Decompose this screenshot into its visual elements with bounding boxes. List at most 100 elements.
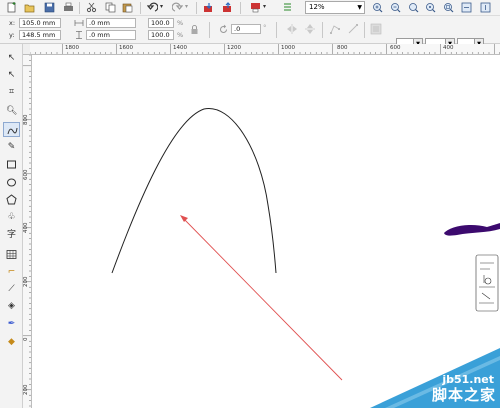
y-position-field[interactable]: 148.5 mm (19, 30, 61, 40)
fill-tool[interactable]: ◆ (3, 335, 20, 350)
application-launcher-icon[interactable] (282, 2, 293, 13)
node-edit-icon[interactable] (329, 23, 341, 35)
polygon-icon (6, 194, 17, 205)
shape-node-icon: ↖ (7, 70, 16, 80)
basic-shapes-icon: ♧ (7, 212, 16, 222)
height-icon (76, 31, 82, 39)
ruler-tick-label: 600 (390, 45, 401, 51)
zoom-tool[interactable]: 🔍︎ (3, 104, 20, 119)
lock-ratio-icon[interactable] (190, 25, 199, 35)
zoom-page-height-icon[interactable] (480, 2, 491, 13)
copy-icon[interactable] (105, 2, 116, 13)
ruler-tick-label: 800 (337, 45, 348, 51)
width-icon (74, 20, 84, 26)
save-icon[interactable] (44, 2, 55, 13)
eyedropper-icon: ⟋ (8, 284, 15, 294)
artistic-media-tool[interactable]: ✎ (3, 140, 20, 155)
undo-icon[interactable] (147, 2, 158, 13)
crop-icon: ⌗ (8, 87, 15, 97)
outline-tool[interactable]: ✒ (3, 317, 20, 332)
vertical-ruler[interactable]: 800 600 400 200 0 200 (23, 55, 32, 408)
scale-x-field[interactable]: 100.0 (148, 18, 174, 28)
parallel-dimension-tool[interactable]: ⌐ (3, 265, 20, 280)
undo-dropdown-icon[interactable]: ▾ (160, 3, 163, 10)
zoom-selected-icon[interactable] (408, 2, 419, 13)
ruler-tick-label: 1000 (281, 45, 295, 51)
print-icon[interactable] (63, 2, 74, 13)
table-icon (6, 250, 17, 259)
paint-bucket-icon: ◆ (8, 337, 15, 347)
x-position-field[interactable]: 105.0 mm (19, 18, 61, 28)
rectangle-icon (7, 160, 16, 169)
redo-icon[interactable] (172, 2, 183, 13)
ruler-tick-label: 200 (23, 384, 29, 396)
drawn-curve[interactable] (111, 108, 277, 274)
degree-icon: ° (263, 24, 267, 32)
freehand-tool[interactable] (3, 122, 20, 137)
drawing-canvas[interactable]: jb51.net 脚本之家 (32, 55, 500, 408)
pointer-icon: ↖ (7, 53, 16, 63)
ruler-tick-label: 400 (23, 222, 29, 234)
zoom-all-objects-icon[interactable] (425, 2, 436, 13)
mirror-horizontal-icon[interactable] (286, 23, 298, 35)
line-edit-icon[interactable] (347, 23, 359, 35)
zoom-in-icon[interactable] (372, 2, 383, 13)
horizontal-ruler[interactable]: 1800 1600 1400 1200 1000 800 600 400 (30, 44, 500, 55)
annotation-arrowhead (180, 215, 188, 222)
ruler-tick-label: 800 (23, 114, 29, 126)
paste-icon[interactable] (122, 2, 133, 13)
mirror-vertical-icon[interactable] (304, 23, 316, 35)
publish-pdf-icon[interactable] (250, 2, 261, 13)
crop-tool[interactable]: ⌗ (3, 85, 20, 100)
zoom-to-page-icon[interactable] (443, 2, 454, 13)
wrap-paragraph-icon[interactable] (370, 23, 382, 35)
ruler-tick-label: 1800 (65, 45, 79, 51)
interactive-fill-tool[interactable]: ◈ (3, 299, 20, 314)
text-tool[interactable]: 字 (3, 228, 20, 243)
height-field[interactable]: .0 mm (86, 30, 136, 40)
brush-icon: ✎ (7, 142, 16, 152)
ruler-tick-label: 1400 (173, 45, 187, 51)
ruler-tick-label: 1600 (119, 45, 133, 51)
seal-sketch[interactable] (475, 254, 499, 312)
zoom-level-select[interactable]: 12% ▼ (305, 1, 365, 14)
dimension-icon: ⌐ (7, 267, 16, 277)
cut-icon[interactable] (86, 2, 97, 13)
rectangle-tool[interactable] (3, 157, 20, 172)
annotation-arrow (181, 216, 343, 381)
zoom-page-width-icon[interactable] (461, 2, 472, 13)
table-tool[interactable] (3, 247, 20, 262)
toolbox: ↖ ↖ ⌗ 🔍︎ ✎ ♧ 字 ⌐ ⟋ ◈ ✒ ◆ (0, 44, 23, 408)
ruler-tick-label: 1200 (227, 45, 241, 51)
pick-tool[interactable]: ↖ (3, 51, 20, 66)
basic-shapes-tool[interactable]: ♧ (3, 210, 20, 225)
export-icon[interactable] (222, 2, 233, 13)
property-bar: x: 105.0 mm y: 148.5 mm .0 mm .0 mm 100.… (0, 16, 500, 50)
rotate-icon (220, 24, 227, 33)
pen-outline-icon: ✒ (7, 319, 16, 329)
y-position-label: y: (9, 31, 15, 39)
standard-toolbar: ▾ ▾ ▾ 12% ▼ (0, 0, 500, 16)
zoom-out-icon[interactable] (390, 2, 401, 13)
purple-brush-stroke[interactable] (444, 223, 500, 236)
x-position-label: x: (9, 19, 16, 27)
publish-dropdown-icon[interactable]: ▾ (263, 3, 266, 10)
chevron-down-icon: ▼ (357, 4, 362, 11)
import-icon[interactable] (203, 2, 214, 13)
scale-y-field[interactable]: 100.0 (148, 30, 174, 40)
freehand-curve-icon (7, 127, 18, 135)
ellipse-tool[interactable] (3, 175, 20, 190)
text-icon: 字 (6, 230, 16, 240)
new-document-icon[interactable] (6, 2, 17, 13)
polygon-tool[interactable] (3, 192, 20, 207)
width-field[interactable]: .0 mm (86, 18, 136, 28)
ruler-tick-label: 0 (23, 337, 29, 342)
rotation-field[interactable]: .0 (231, 24, 261, 34)
redo-dropdown-icon[interactable]: ▾ (185, 3, 188, 10)
magnifier-icon: 🔍︎ (6, 106, 18, 116)
ruler-tick-label: 600 (23, 169, 29, 181)
open-folder-icon[interactable] (24, 2, 35, 13)
shape-tool[interactable]: ↖ (3, 68, 20, 83)
ruler-tick-label: 200 (23, 276, 29, 288)
eyedropper-tool[interactable]: ⟋ (3, 282, 20, 297)
